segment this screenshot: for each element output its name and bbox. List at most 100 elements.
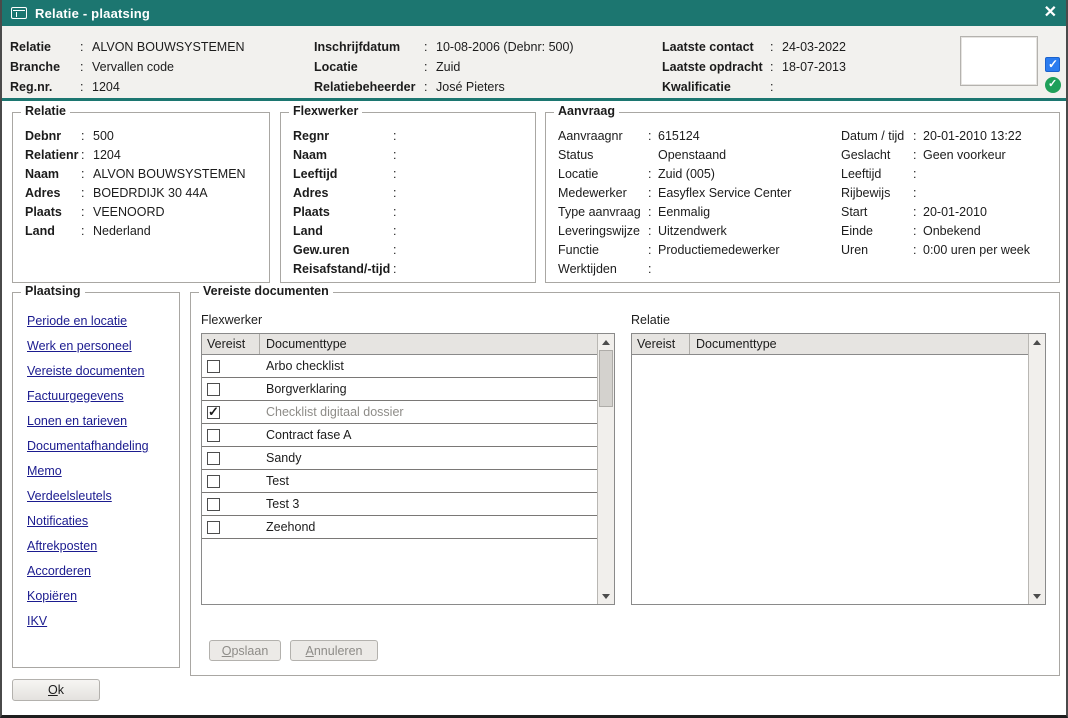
vereist-checkbox[interactable] [207, 383, 220, 396]
field-separator: : [913, 222, 923, 241]
titlebar[interactable]: Relatie - plaatsing ✕ [2, 0, 1066, 26]
scrollbar-thumb[interactable] [599, 350, 613, 407]
vereist-checkbox[interactable] [207, 498, 220, 511]
panel-legend: Plaatsing [21, 284, 85, 298]
document-row[interactable]: Zeehond [202, 516, 597, 539]
field-value: Zuid [436, 60, 574, 74]
field-value: 20-01-2010 [923, 203, 1051, 222]
vereist-cell [202, 406, 260, 419]
vereist-checkbox[interactable] [207, 521, 220, 534]
field-value [405, 222, 527, 241]
field-separator: : [648, 222, 658, 241]
field-row: StatusOpenstaand [558, 146, 841, 165]
field-label: Datum / tijd [841, 127, 913, 146]
field-value [405, 127, 527, 146]
table-header: Vereist Documenttype [632, 334, 1028, 355]
document-row[interactable]: Borgverklaring [202, 378, 597, 401]
field-label: Medewerker [558, 184, 648, 203]
field-label: Relatienr [25, 146, 81, 165]
scroll-up-button[interactable] [598, 334, 614, 350]
link-kopieren[interactable]: Kopiëren [27, 584, 173, 609]
field-label: Kwalificatie [662, 80, 770, 94]
document-row[interactable]: Test 3 [202, 493, 597, 516]
field-label: Locatie [314, 60, 424, 74]
link-vereiste-documenten[interactable]: Vereiste documenten [27, 359, 173, 384]
flexwerker-documents-table: Vereist Documenttype Arbo checklist Borg… [201, 333, 615, 605]
relatie-documents-table: Vereist Documenttype [631, 333, 1046, 605]
document-row[interactable]: Test [202, 470, 597, 493]
header-column-inschrijving: Inschrijfdatum:10-08-2006 (Debnr: 500) L… [314, 37, 574, 97]
document-row[interactable]: Arbo checklist [202, 355, 597, 378]
vereist-checkbox[interactable] [207, 452, 220, 465]
scroll-down-button[interactable] [598, 588, 614, 604]
field-label: Adres [293, 184, 393, 203]
table-body [632, 355, 1028, 604]
vereist-checkbox[interactable] [207, 475, 220, 488]
field-label: Reg.nr. [10, 80, 80, 94]
link-verdeelsleutels[interactable]: Verdeelsleutels [27, 484, 173, 509]
vereist-cell [202, 475, 260, 488]
vereist-cell [202, 521, 260, 534]
field-separator: : [81, 222, 93, 241]
scroll-up-button[interactable] [1029, 334, 1045, 350]
field-separator: : [913, 165, 923, 184]
link-periode-en-locatie[interactable]: Periode en locatie [27, 309, 173, 334]
header-field: Reg.nr.:1204 [10, 77, 245, 97]
field-row: Reisafstand/-tijd: [293, 260, 527, 279]
field-row: Leeftijd: [841, 165, 1051, 184]
field-separator: : [648, 260, 658, 279]
table-header: Vereist Documenttype [202, 334, 597, 355]
field-separator: : [81, 203, 93, 222]
vereist-cell [202, 429, 260, 442]
field-label: Inschrijfdatum [314, 40, 424, 54]
link-documentafhandeling[interactable]: Documentafhandeling [27, 434, 173, 459]
annuleren-button[interactable]: Annuleren [290, 640, 378, 661]
link-memo[interactable]: Memo [27, 459, 173, 484]
vereist-cell [202, 360, 260, 373]
header-field: Laatste opdracht:18-07-2013 [662, 57, 846, 77]
documenttype-label: Test [260, 474, 597, 488]
field-separator: : [424, 40, 436, 54]
link-notificaties[interactable]: Notificaties [27, 509, 173, 534]
flexwerker-table-scrollbar[interactable] [597, 334, 614, 604]
relatie-table-scrollbar[interactable] [1028, 334, 1045, 604]
panel-aanvraag: Aanvraag Aanvraagnr:615124 StatusOpensta… [545, 112, 1060, 283]
document-row[interactable]: Sandy [202, 447, 597, 470]
field-label: Regnr [293, 127, 393, 146]
field-value: 18-07-2013 [782, 60, 846, 74]
link-factuurgegevens[interactable]: Factuurgegevens [27, 384, 173, 409]
opslaan-button[interactable]: Opslaan [209, 640, 281, 661]
vereist-checkbox[interactable] [207, 406, 220, 419]
vereist-checkbox[interactable] [207, 429, 220, 442]
document-row[interactable]: Contract fase A [202, 424, 597, 447]
document-row[interactable]: Checklist digitaal dossier [202, 401, 597, 424]
link-ikv[interactable]: IKV [27, 609, 173, 634]
link-lonen-en-tarieven[interactable]: Lonen en tarieven [27, 409, 173, 434]
aanvraag-right-column: Datum / tijd:20-01-2010 13:22 Geslacht:G… [841, 127, 1051, 282]
link-werk-en-personeel[interactable]: Werk en personeel [27, 334, 173, 359]
field-label: Land [25, 222, 81, 241]
close-icon[interactable]: ✕ [1044, 5, 1057, 21]
field-label: Branche [10, 60, 80, 74]
field-label: Relatiebeheerder [314, 80, 424, 94]
link-accorderen[interactable]: Accorderen [27, 559, 173, 584]
table-caption-relatie: Relatie [631, 313, 670, 327]
field-label: Laatste contact [662, 40, 770, 54]
button-label: Opslaan [222, 644, 269, 658]
field-separator: : [393, 203, 405, 222]
field-label: Type aanvraag [558, 203, 648, 222]
status-ok-icon[interactable] [1045, 77, 1061, 93]
ok-button[interactable]: Ok [12, 679, 100, 701]
scroll-down-button[interactable] [1029, 588, 1045, 604]
field-value: ALVON BOUWSYSTEMEN [92, 40, 245, 54]
vereist-checkbox[interactable] [207, 360, 220, 373]
field-value: Nederland [93, 222, 259, 241]
field-row: Adres:BOEDRDIJK 30 44A [25, 184, 259, 203]
documenttype-label: Contract fase A [260, 428, 597, 442]
arrow-down-icon [1033, 594, 1041, 599]
field-separator: : [424, 60, 436, 74]
field-value [405, 241, 527, 260]
link-aftrekposten[interactable]: Aftrekposten [27, 534, 173, 559]
header-checkbox[interactable] [1045, 57, 1060, 72]
field-label: Adres [25, 184, 81, 203]
